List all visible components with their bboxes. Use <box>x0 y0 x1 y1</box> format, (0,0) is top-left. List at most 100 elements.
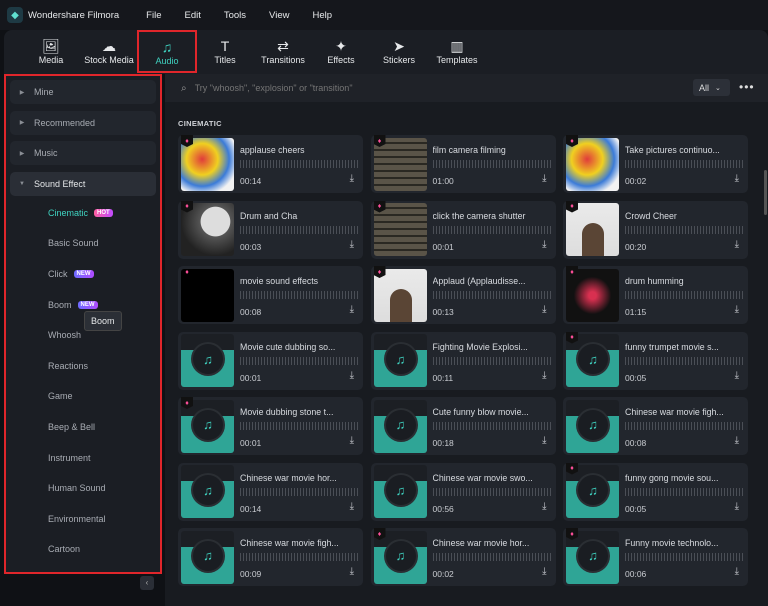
menu-file[interactable]: File <box>146 10 161 21</box>
audio-card[interactable]: ♦ drum humming 01:15 ⤓ <box>563 266 748 324</box>
sidebar-subitem-reactions[interactable]: Reactions <box>6 350 160 381</box>
menu-edit[interactable]: Edit <box>184 10 200 21</box>
audio-duration: 00:06 <box>625 569 647 579</box>
audio-card[interactable]: ♫ Chinese war movie figh... 00:08 ⤓ <box>563 397 748 455</box>
sidebar-subitem-whoosh[interactable]: Whoosh <box>6 320 160 351</box>
tab-titles[interactable]: T Titles <box>196 30 254 74</box>
filter-dropdown[interactable]: All ⌄ <box>693 79 730 96</box>
music-disc-icon: ♫ <box>193 475 223 505</box>
audio-card[interactable]: ♫ ♦ Funny movie technolo... 00:06 ⤓ <box>563 528 748 586</box>
download-icon[interactable]: ⤓ <box>542 566 546 577</box>
download-icon[interactable]: ⤓ <box>735 435 739 446</box>
sidebar-subitem-basic-sound[interactable]: Basic Sound <box>6 228 160 259</box>
waveform <box>432 291 553 299</box>
sidebar-item-label: Mine <box>34 87 54 97</box>
audio-duration: 00:56 <box>432 503 454 514</box>
audio-card[interactable]: ♫ Chinese war movie figh... 00:09 ⤓ <box>178 528 363 586</box>
audio-card[interactable]: ♫ ♦ funny gong movie sou... 00:05 ⤓ <box>563 462 748 521</box>
download-icon[interactable]: ⤓ <box>542 435 546 446</box>
sidebar-item-mine[interactable]: ▶ Mine <box>10 80 156 104</box>
download-icon[interactable]: ⤓ <box>735 239 739 250</box>
menu-bar: File Edit Tools View Help <box>146 10 355 21</box>
audio-card[interactable]: ♫ Movie cute dubbing so... 00:01 ⤓ <box>178 331 363 390</box>
waveform <box>240 422 360 430</box>
audio-name: drum humming <box>625 276 684 286</box>
sidebar-subitem-game[interactable]: Game <box>6 381 160 412</box>
search-input[interactable] <box>194 83 495 93</box>
audio-card[interactable]: ♫ Cute funny blow movie... 00:18 ⤓ <box>370 397 556 455</box>
audio-card[interactable]: ♦ film camera filming 01:00 ⤓ <box>370 135 556 193</box>
music-disc-icon: ♫ <box>578 475 608 505</box>
audio-card[interactable]: ♦ movie sound effects 00:08 ⤓ <box>178 266 363 324</box>
sidebar-item-music[interactable]: ▶ Music <box>10 141 156 165</box>
more-options-icon[interactable]: ••• <box>739 80 755 94</box>
audio-card[interactable]: ♫ ♦ Chinese war movie hor... 00:02 ⤓ <box>370 528 556 586</box>
menu-help[interactable]: Help <box>312 10 332 21</box>
tab-templates[interactable]: ▥ Templates <box>428 30 486 74</box>
download-icon[interactable]: ⤓ <box>542 173 546 184</box>
tab-transitions[interactable]: ⇄ Transitions <box>254 30 312 74</box>
audio-card[interactable]: ♦ Drum and Cha 00:03 ⤓ <box>178 200 363 259</box>
download-icon[interactable]: ⤓ <box>350 566 354 577</box>
download-icon[interactable]: ⤓ <box>542 370 546 381</box>
audio-name: Take pictures continuo... <box>625 145 720 155</box>
download-icon[interactable]: ⤓ <box>735 501 739 512</box>
audio-duration: 00:01 <box>240 438 262 448</box>
scrollbar[interactable] <box>764 170 767 215</box>
collapse-sidebar-button[interactable]: ‹ <box>140 576 154 590</box>
audio-card[interactable]: ♫ Chinese war movie hor... 00:14 ⤓ <box>178 462 363 521</box>
audio-name: Cute funny blow movie... <box>432 407 529 417</box>
sidebar-subitem-instrument[interactable]: Instrument <box>6 442 160 473</box>
download-icon[interactable]: ⤓ <box>350 304 354 315</box>
download-icon[interactable]: ⤓ <box>735 370 739 381</box>
menu-view[interactable]: View <box>269 10 289 21</box>
audio-card[interactable]: ♦ Take pictures continuo... 00:02 ⤓ <box>563 135 748 193</box>
audio-duration: 00:02 <box>432 569 454 579</box>
audio-card[interactable]: ♦ Applaud (Applaudisse... 00:13 ⤓ <box>370 266 556 324</box>
sidebar-subitem-human-sound[interactable]: Human Sound <box>6 473 160 504</box>
audio-duration: 00:03 <box>240 241 262 252</box>
sidebar-item-recommended[interactable]: ▶ Recommended <box>10 110 156 135</box>
sidebar-subitem-cinematic[interactable]: Cinematic HOT <box>6 198 160 229</box>
audio-thumbnail: ♫ <box>181 530 234 584</box>
download-icon[interactable]: ⤓ <box>542 239 546 250</box>
sidebar-subitem-beep-bell[interactable]: Beep & Bell <box>6 412 160 443</box>
audio-card[interactable]: ♦ Crowd Cheer 00:20 ⤓ <box>563 200 748 259</box>
download-icon[interactable]: ⤓ <box>735 304 739 315</box>
sidebar-item-sound-effect[interactable]: ▼ Sound Effect <box>10 171 156 196</box>
download-icon[interactable]: ⤓ <box>542 501 546 512</box>
audio-card[interactable]: ♫ ♦ Movie dubbing stone t... 00:01 ⤓ <box>178 397 363 455</box>
sidebar-subitem-label: Instrument <box>48 452 91 463</box>
sidebar-subitem-boom[interactable]: Boom NEW <box>6 289 160 320</box>
audio-card[interactable]: ♦ applause cheers 00:14 ⤓ <box>178 135 363 193</box>
audio-card[interactable]: ♦ click the camera shutter 00:01 ⤓ <box>370 200 556 259</box>
download-icon[interactable]: ⤓ <box>350 501 354 512</box>
download-icon[interactable]: ⤓ <box>350 370 354 381</box>
tab-audio[interactable]: ♫ Audio <box>137 30 197 73</box>
music-disc-icon: ♫ <box>385 344 416 374</box>
new-badge: NEW <box>77 300 98 309</box>
menu-tools[interactable]: Tools <box>224 10 246 21</box>
download-icon[interactable]: ⤓ <box>735 173 739 184</box>
download-icon[interactable]: ⤓ <box>350 435 354 446</box>
tab-effects[interactable]: ✦ Effects <box>312 30 370 74</box>
download-icon[interactable]: ⤓ <box>350 173 354 184</box>
tab-stickers[interactable]: ➤ Stickers <box>370 30 428 74</box>
audio-duration: 00:11 <box>432 372 454 383</box>
audio-name: Drum and Cha <box>240 210 298 221</box>
tab-stock-media[interactable]: ☁ Stock Media <box>80 30 138 74</box>
audio-name: click the camera shutter <box>432 210 526 221</box>
new-badge: NEW <box>73 269 94 278</box>
audio-card[interactable]: ♫ ♦ funny trumpet movie s... 00:05 ⤓ <box>563 331 748 390</box>
tab-media[interactable]: 🖼 Media <box>22 30 80 74</box>
music-disc-icon: ♫ <box>385 540 416 571</box>
audio-name: Movie dubbing stone t... <box>240 407 334 417</box>
download-icon[interactable]: ⤓ <box>735 566 739 577</box>
sidebar-subitem-click[interactable]: Click NEW <box>6 259 160 290</box>
sidebar-subitem-environmental[interactable]: Environmental <box>6 503 160 534</box>
audio-card[interactable]: ♫ Fighting Movie Explosi... 00:11 ⤓ <box>370 331 556 390</box>
download-icon[interactable]: ⤓ <box>350 239 354 250</box>
audio-card[interactable]: ♫ Chinese war movie swo... 00:56 ⤓ <box>370 462 556 521</box>
sidebar-subitem-cartoon[interactable]: Cartoon <box>6 534 160 565</box>
download-icon[interactable]: ⤓ <box>542 304 546 315</box>
